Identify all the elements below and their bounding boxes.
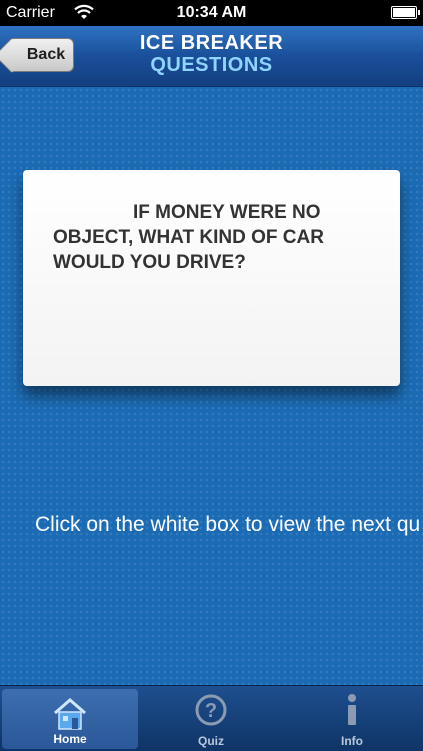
title-line-2: QUESTIONS — [150, 54, 273, 76]
tab-home[interactable]: Home — [2, 689, 138, 749]
hint-text: Click on the white box to view the next … — [35, 513, 421, 536]
title-line-1: ICE BREAKER — [139, 32, 284, 54]
question-icon: ? — [195, 694, 227, 726]
status-bar: Carrier 10:34 AM — [0, 0, 423, 26]
question-text: IF MONEY WERE NO OBJECT, WHAT KIND OF CA… — [53, 202, 324, 273]
tab-home-label: Home — [53, 732, 87, 746]
tab-quiz-label: Quiz — [198, 734, 224, 748]
page-title: ICE BREAKER QUESTIONS — [0, 32, 423, 76]
tab-bar: Home ? Quiz Info — [0, 685, 423, 751]
battery-icon — [391, 6, 420, 19]
info-icon — [348, 694, 356, 725]
main-content: IF MONEY WERE NO OBJECT, WHAT KIND OF CA… — [0, 87, 423, 685]
tab-info[interactable]: Info — [284, 686, 420, 751]
question-card[interactable]: IF MONEY WERE NO OBJECT, WHAT KIND OF CA… — [23, 170, 400, 386]
nav-bar: Back ICE BREAKER QUESTIONS — [0, 26, 423, 87]
home-icon — [54, 698, 86, 730]
svg-text:?: ? — [205, 700, 217, 722]
tab-info-label: Info — [341, 734, 363, 748]
tab-quiz[interactable]: ? Quiz — [143, 686, 279, 751]
status-time: 10:34 AM — [176, 4, 247, 21]
